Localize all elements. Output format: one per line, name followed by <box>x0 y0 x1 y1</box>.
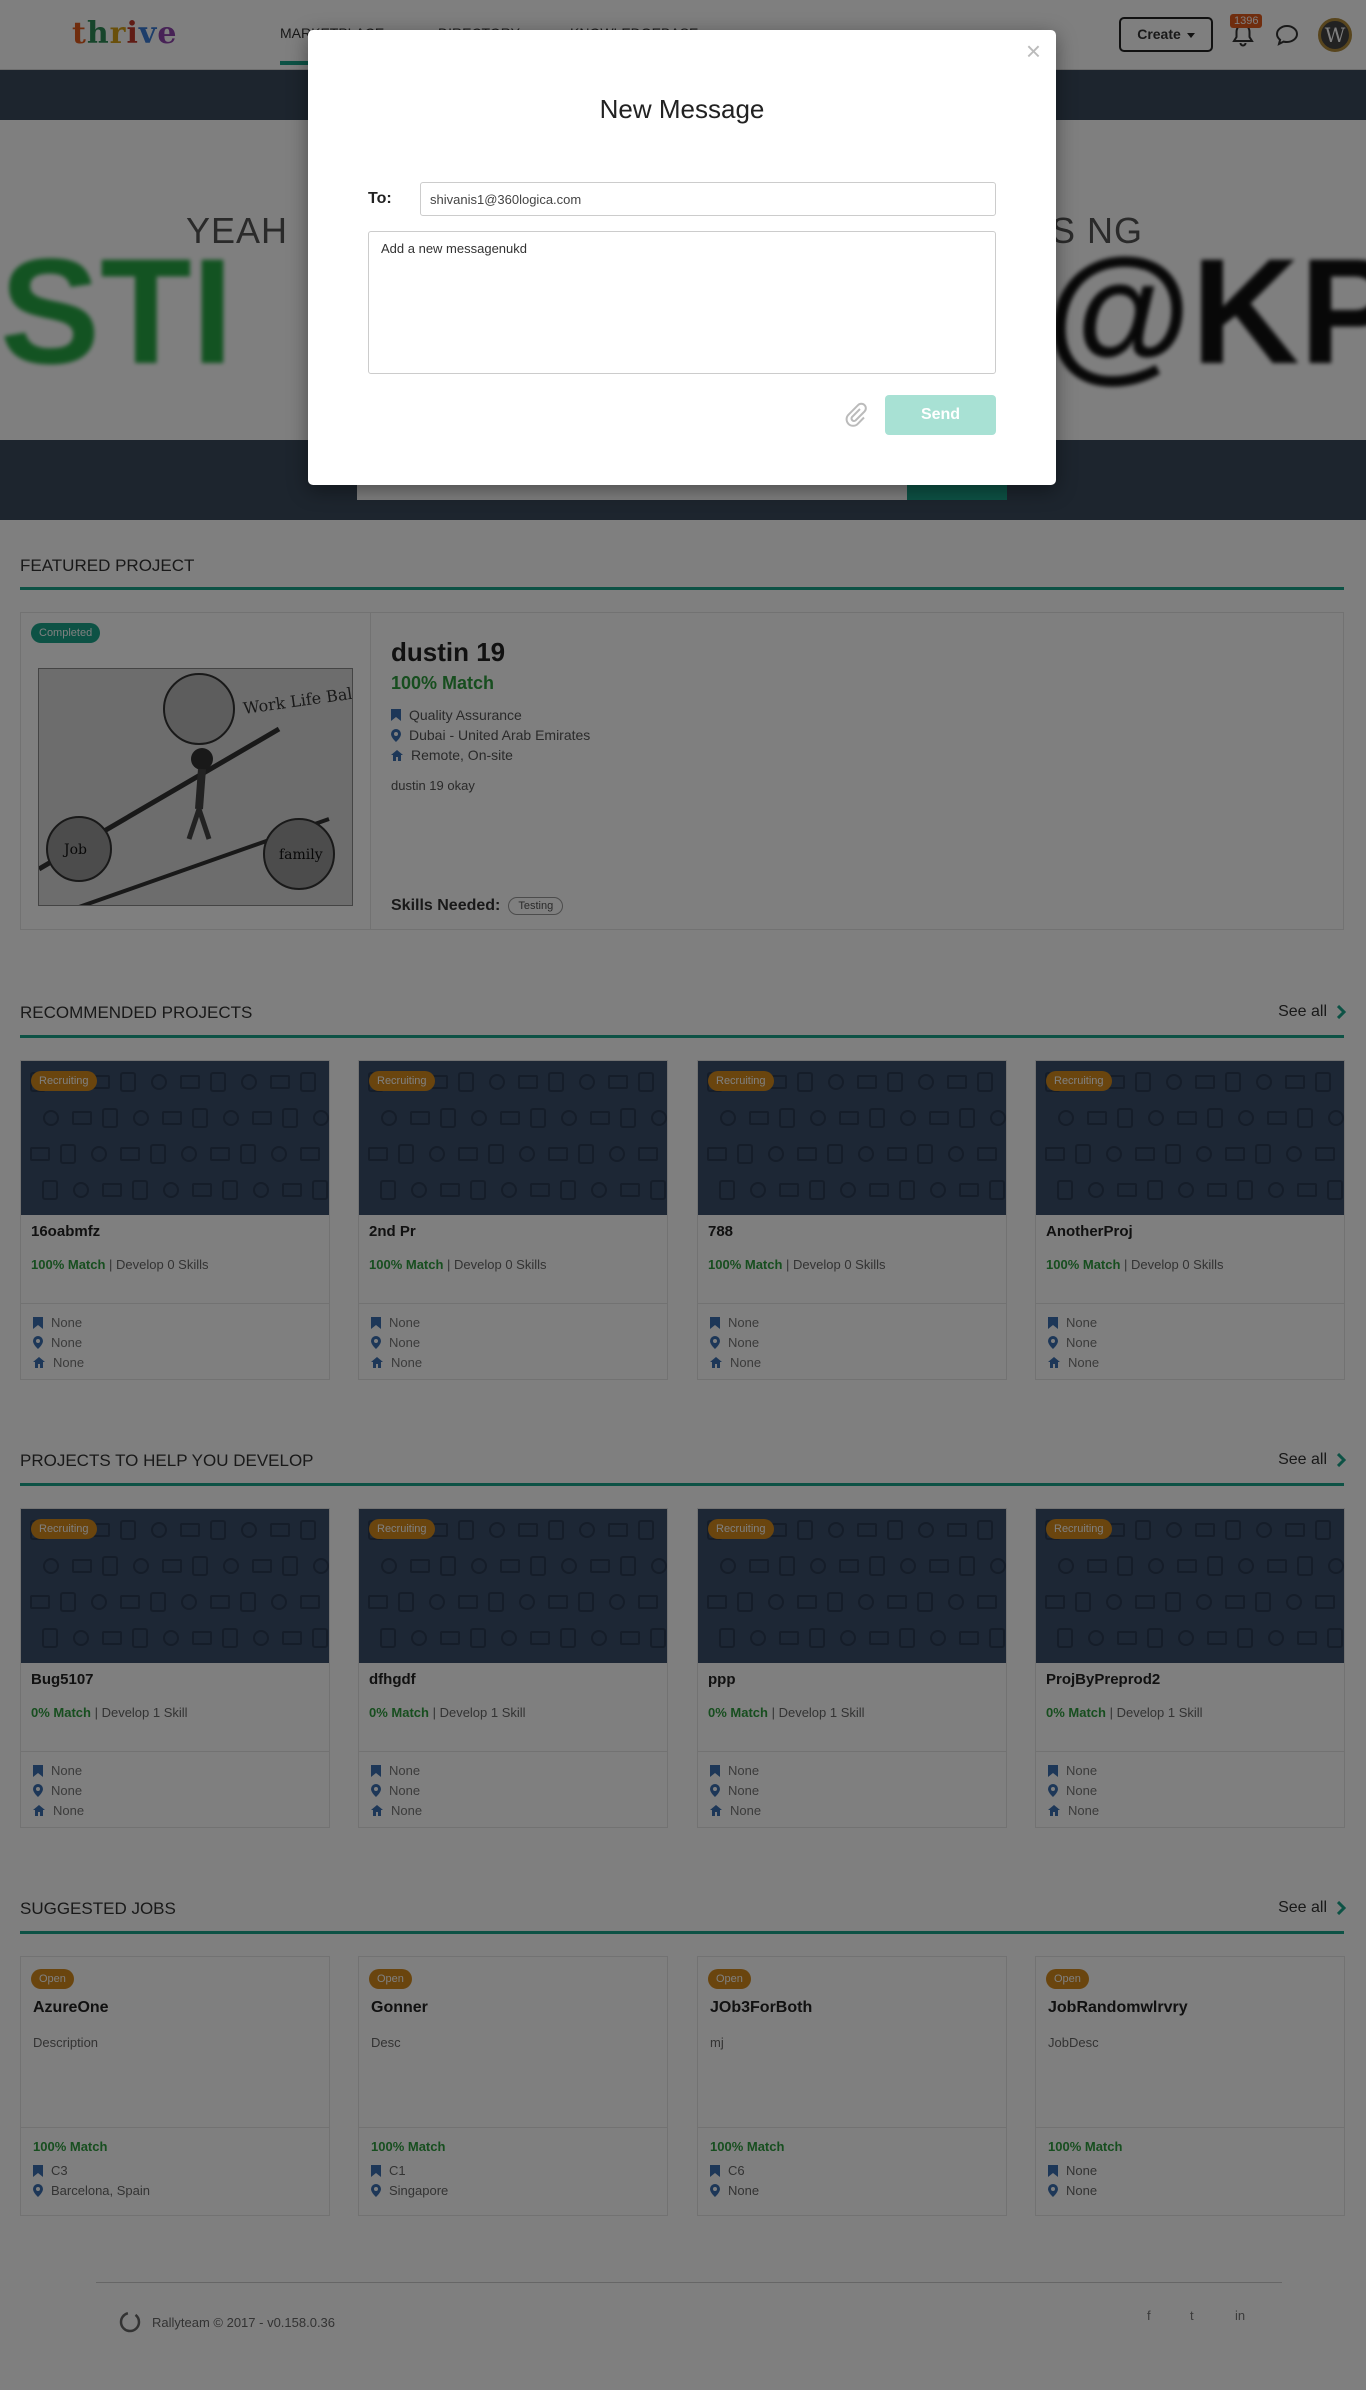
close-icon[interactable]: × <box>1026 38 1041 64</box>
paperclip-icon[interactable] <box>843 402 869 428</box>
new-message-modal: × New Message To: Add a new messagenukd … <box>308 30 1056 485</box>
send-button[interactable]: Send <box>885 395 996 435</box>
to-label: To: <box>368 190 392 207</box>
modal-title: New Message <box>599 94 765 124</box>
recipient-input[interactable] <box>420 182 996 216</box>
message-textarea[interactable]: Add a new messagenukd <box>368 231 996 374</box>
